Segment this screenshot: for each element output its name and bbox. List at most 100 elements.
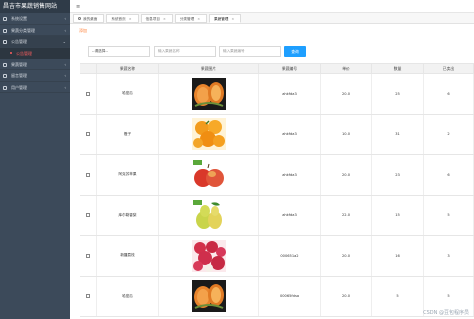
sidebar-item-category[interactable]: 果蔬分类管理 ‹: [0, 25, 70, 36]
tab-category[interactable]: 分类管理 ×: [174, 13, 208, 23]
cell-name: 新疆荔枝: [97, 236, 159, 276]
cell-image: [159, 195, 259, 235]
sidebar-submenu: 公告管理: [0, 47, 70, 59]
tab-home[interactable]: 系统首页 ×: [106, 13, 139, 23]
category-icon: [3, 28, 7, 33]
tab-label: 系统首页: [111, 16, 126, 21]
produce-image: [191, 280, 226, 313]
tab-produce[interactable]: 果蔬管理 ×: [209, 13, 242, 23]
cell-price: 20.0: [321, 155, 372, 195]
close-icon[interactable]: ×: [231, 17, 234, 21]
tab-bar: 我的桌面 系统首页 × 信息项目 × 分类管理 × 果蔬管理 ×: [70, 13, 474, 24]
close-icon[interactable]: ×: [129, 17, 132, 21]
table-row: 阿克苏苹果 ahkfda3 20.0 23 6: [80, 155, 474, 196]
site-title: 昌吉市果蔬销售网站: [0, 0, 70, 13]
code-search-input[interactable]: 输入果蔬编号: [219, 46, 281, 57]
produce-image: [191, 77, 226, 110]
cell-price: 20.0: [321, 236, 372, 276]
main-content: 添加 --请选择-- 输入果蔬名称 输入果蔬编号 查询 果蔬名称 果蔬图片 果蔬…: [70, 24, 474, 319]
produce-image: [191, 118, 226, 151]
row-checkbox[interactable]: [86, 213, 90, 218]
add-button[interactable]: 添加: [79, 28, 87, 34]
cell-image: [159, 155, 259, 195]
row-select-cell: [80, 236, 97, 276]
header-name: 果蔬名称: [97, 64, 159, 73]
menu-toggle-icon[interactable]: ≡: [76, 4, 80, 10]
chevron-left-icon: ‹: [64, 61, 66, 67]
sidebar-item-produce[interactable]: 果蔬管理 ‹: [0, 59, 70, 70]
search-button[interactable]: 查询: [284, 46, 306, 57]
app-root: 昌吉市果蔬销售网站 系统设置 ‹ 果蔬分类管理 ‹ 公告管理 ⌄ 公告管理 果蔬…: [0, 0, 474, 319]
produce-table: 果蔬名称 果蔬图片 果蔬编号 单价 数量 已卖出 哈密瓜 ahkfda3 20.0 2…: [80, 63, 474, 317]
header-qty: 数量: [372, 64, 424, 73]
cell-code: 000651a2: [259, 236, 321, 276]
cell-price: 10.0: [321, 114, 372, 154]
header-select: [80, 64, 97, 73]
cell-name: 哈密瓜: [97, 276, 159, 316]
close-icon[interactable]: ×: [163, 17, 166, 21]
sidebar-item-messages[interactable]: 留言管理 ‹: [0, 70, 70, 82]
tab-desktop[interactable]: 我的桌面: [73, 13, 105, 23]
row-checkbox[interactable]: [86, 132, 90, 137]
produce-image: [191, 239, 226, 272]
header-price: 单价: [321, 64, 372, 73]
row-checkbox[interactable]: [86, 91, 90, 96]
row-checkbox[interactable]: [86, 172, 90, 177]
header-sold: 已卖出: [424, 64, 474, 73]
sidebar-item-users[interactable]: 用户管理 ‹: [0, 82, 70, 93]
chevron-left-icon: ‹: [64, 84, 66, 90]
chevron-left-icon: ‹: [64, 16, 66, 21]
row-checkbox[interactable]: [86, 253, 90, 258]
table-row: 哈密瓜 ahkfda3 20.0 25 6: [80, 74, 474, 115]
notice-icon: [3, 40, 7, 44]
cell-sold: 3: [424, 236, 474, 276]
sidebar-item-label: 系统设置: [11, 16, 27, 21]
cell-code: 00065fdsa: [259, 276, 321, 316]
tab-label: 我的桌面: [83, 16, 98, 21]
cell-sold: 6: [424, 74, 474, 114]
cell-image: [159, 276, 259, 316]
cell-image: [159, 74, 259, 114]
user-icon: [3, 85, 7, 90]
bullet-icon: [10, 52, 12, 54]
sidebar-item-label: 果蔬管理: [11, 61, 27, 67]
row-checkbox[interactable]: [86, 294, 90, 299]
tab-label: 信息项目: [145, 16, 160, 21]
table-body: 哈密瓜 ahkfda3 20.0 25 6 橙子 ahkfda3 10.0 31 2 阿克苏苹果 ah…: [80, 74, 474, 317]
produce-icon: [3, 62, 7, 67]
cell-name: 库尔勒香梨: [97, 195, 159, 235]
sidebar-item-label: 留言管理: [11, 73, 27, 78]
cell-code: ahkfda3: [259, 114, 321, 154]
message-icon: [3, 74, 7, 78]
header-code: 果蔬编号: [259, 64, 321, 73]
topbar: ≡: [70, 0, 474, 13]
cell-name: 阿克苏苹果: [97, 155, 159, 195]
cell-qty: 16: [372, 236, 424, 276]
cell-name: 哈密瓜: [97, 74, 159, 114]
tab-info[interactable]: 信息项目 ×: [140, 13, 173, 23]
cell-sold: 5: [424, 195, 474, 235]
cell-code: ahkfda3: [259, 195, 321, 235]
sidebar-item-system-settings[interactable]: 系统设置 ‹: [0, 13, 70, 25]
close-icon[interactable]: ×: [197, 17, 200, 21]
table-header: 果蔬名称 果蔬图片 果蔬编号 单价 数量 已卖出: [80, 64, 474, 74]
table-row: 新疆荔枝 000651a2 20.0 16 3: [80, 236, 474, 277]
settings-icon: [3, 17, 7, 21]
row-select-cell: [80, 155, 97, 195]
sidebar-subitem-notice-manage[interactable]: 公告管理: [0, 48, 70, 59]
cell-qty: 15: [372, 195, 424, 235]
name-search-input[interactable]: 输入果蔬名称: [154, 46, 216, 57]
cell-price: 20.0: [321, 276, 372, 316]
home-icon: [78, 17, 81, 20]
row-select-cell: [80, 74, 97, 114]
cell-name: 橙子: [97, 114, 159, 154]
category-select[interactable]: --请选择--: [88, 46, 150, 57]
watermark: CSDN @豆包程序员: [423, 310, 469, 316]
sidebar-item-notice[interactable]: 公告管理 ⌄: [0, 36, 70, 48]
produce-image: [191, 158, 226, 191]
cell-code: ahkfda3: [259, 155, 321, 195]
cell-sold: 6: [424, 155, 474, 195]
cell-qty: 5: [372, 276, 424, 316]
cell-qty: 25: [372, 74, 424, 114]
sidebar-item-label: 果蔬分类管理: [11, 27, 35, 33]
